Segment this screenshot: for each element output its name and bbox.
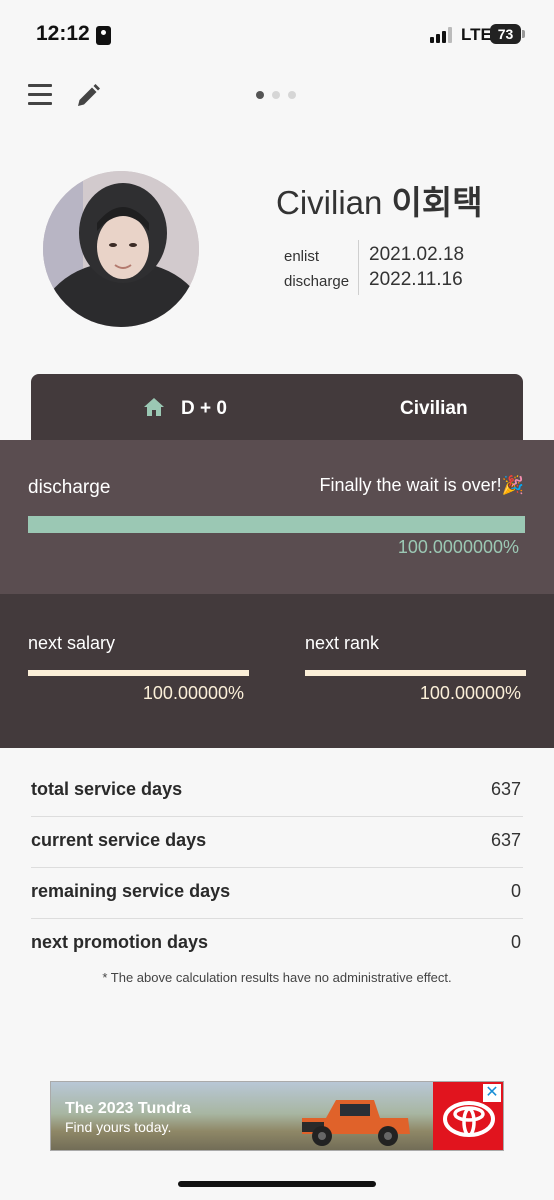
page-dot-3[interactable] (288, 91, 296, 99)
list-item: remaining service days 0 (31, 868, 523, 919)
list-item: current service days 637 (31, 817, 523, 868)
ad-banner[interactable]: The 2023 Tundra Find yours today. ✕ (50, 1081, 504, 1151)
cellular-signal-icon (430, 27, 454, 43)
stat-value: 637 (490, 779, 521, 799)
discharge-message: Finally the wait is over!🎉 (319, 475, 524, 495)
contact-card-icon (96, 26, 111, 45)
next-progress-section: next salary 100.00000% next rank 100.000… (0, 594, 554, 748)
discharge-section: discharge Finally the wait is over!🎉 100… (0, 440, 554, 594)
next-rank-bar (305, 670, 526, 676)
discharge-progress-bar (28, 516, 525, 533)
home-icon (143, 396, 165, 418)
next-salary-fill (28, 670, 249, 676)
ad-title[interactable]: The 2023 Tundra (65, 1100, 191, 1118)
discharge-date: 2022.11.16 (369, 269, 463, 290)
stat-label: total service days (31, 779, 183, 799)
next-rank-label: next rank (305, 633, 380, 653)
next-rank-fill (305, 670, 526, 676)
next-salary-label: next salary (28, 633, 116, 653)
dday-counter[interactable]: D + 0 (181, 398, 227, 420)
battery-icon: 73 (490, 24, 525, 44)
pencil-icon[interactable] (74, 82, 102, 110)
ad-subtitle[interactable]: Find yours today. (65, 1119, 171, 1135)
date-labels: enlist discharge (284, 244, 349, 294)
home-indicator[interactable] (178, 1181, 376, 1187)
user-name: Civilian 이회택 (276, 176, 483, 224)
list-item: total service days 637 (31, 766, 523, 817)
close-icon[interactable]: ✕ (483, 1084, 501, 1102)
discharge-label: discharge (28, 477, 111, 498)
list-item: next promotion days 0 (31, 919, 523, 970)
stat-label: next promotion days (31, 932, 209, 952)
page-indicator[interactable] (256, 91, 296, 99)
next-salary-percent: 100.00000% (142, 683, 244, 703)
stat-value: 0 (510, 881, 521, 901)
name-korean: 이회택 (391, 184, 483, 221)
disclaimer-text: * The above calculation results have no … (102, 970, 452, 985)
dates-divider (358, 240, 359, 295)
hamburger-menu-icon[interactable] (28, 84, 52, 106)
name-prefix: Civilian (276, 184, 383, 221)
page-dot-1[interactable] (256, 91, 264, 99)
date-values: 2021.02.18 2022.11.16 (369, 242, 464, 292)
status-time: 12:12 (36, 22, 90, 45)
stat-label: current service days (31, 830, 207, 850)
next-salary-bar (28, 670, 249, 676)
discharge-progress-fill (28, 516, 525, 533)
stat-value: 637 (490, 830, 521, 850)
status-bar: 12:12 LTE 73 (0, 0, 554, 70)
status-tabs[interactable]: D + 0 Civilian (31, 374, 523, 444)
next-rank-percent: 100.00000% (419, 683, 521, 703)
stat-value: 0 (510, 932, 521, 952)
stat-label: remaining service days (31, 881, 231, 901)
discharge-date-label: discharge (284, 273, 350, 290)
discharge-percent: 100.0000000% (397, 537, 519, 557)
page-dot-2[interactable] (272, 91, 280, 99)
enlist-label: enlist (284, 248, 320, 265)
service-stats-list: total service days 637 current service d… (31, 766, 523, 970)
avatar[interactable] (43, 171, 199, 327)
network-type: LTE (461, 25, 492, 44)
truck-image (296, 1088, 416, 1150)
enlist-date: 2021.02.18 (369, 244, 465, 265)
rank-tab[interactable]: Civilian (400, 398, 468, 420)
